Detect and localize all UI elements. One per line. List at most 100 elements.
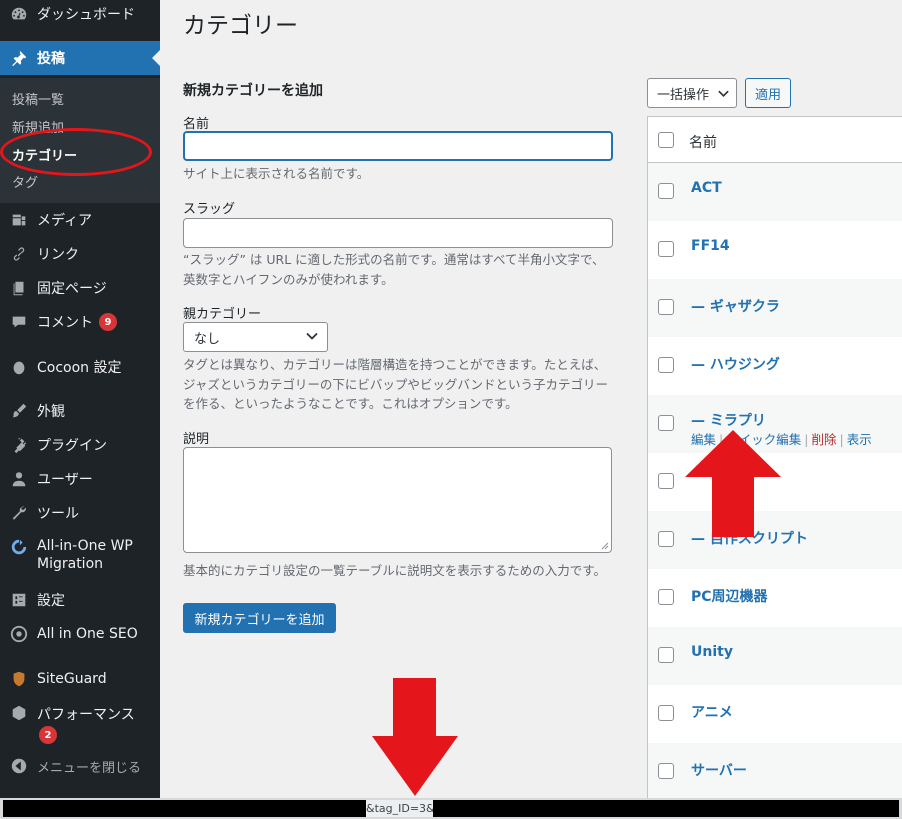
row-name-link[interactable]: Unity: [691, 644, 733, 660]
add-category-heading: 新規カテゴリーを追加: [183, 83, 323, 99]
menu-comments-label: コメント: [37, 315, 93, 331]
collapse-menu-button[interactable]: メニューを閉じる: [10, 755, 141, 777]
parent-category-select[interactable]: なし: [183, 322, 328, 352]
menu-plugins-label: プラグイン: [37, 438, 107, 454]
description-help: 基本的にカテゴリ設定の一覧テーブルに説明文を表示するための入力です。: [183, 563, 607, 578]
menu-dashboard[interactable]: ダッシュボード: [0, 0, 160, 31]
menu-settings[interactable]: 設定: [0, 583, 160, 617]
user-icon: [10, 470, 28, 488]
submenu-all-posts[interactable]: 投稿一覧: [12, 89, 64, 108]
quick-edit-link[interactable]: クイック編集: [726, 432, 801, 447]
row-checkbox[interactable]: [658, 531, 674, 547]
bulk-action-select[interactable]: 一括操作: [647, 78, 737, 108]
row-actions: 編集 | クイック編集 | 削除 | 表示: [691, 429, 872, 448]
migration-icon: [10, 538, 28, 556]
menu-performance-text: パフォーマンス 2: [37, 704, 135, 744]
performance-badge: 2: [39, 726, 57, 744]
delete-link[interactable]: 削除: [811, 432, 836, 447]
edit-link[interactable]: 編集: [691, 432, 716, 447]
resize-grip-icon[interactable]: [601, 542, 609, 550]
status-url-fragment: &tag_ID=3&: [366, 800, 436, 817]
shield-icon: [10, 670, 28, 688]
row-name-link[interactable]: サーバー: [691, 760, 747, 780]
name-label: 名前: [183, 117, 210, 132]
separator: |: [804, 432, 809, 447]
menu-settings-label: 設定: [37, 593, 65, 609]
menu-links[interactable]: リンク: [0, 237, 160, 271]
submenu-categories[interactable]: カテゴリー: [12, 145, 77, 164]
menu-dashboard-label: ダッシュボード: [37, 7, 135, 23]
name-input[interactable]: [183, 131, 613, 161]
menu-tools[interactable]: ツール: [0, 496, 160, 530]
row-checkbox[interactable]: [658, 357, 674, 373]
settings-icon: [10, 591, 28, 609]
collapse-icon: [10, 757, 28, 775]
table-row: PC周辺機器: [648, 569, 902, 627]
row-checkbox[interactable]: [658, 183, 674, 199]
menu-aioseo-label: All in One SEO: [37, 626, 138, 642]
description-label: 説明: [183, 432, 210, 447]
row-checkbox[interactable]: [658, 589, 674, 605]
view-link[interactable]: 表示: [847, 432, 872, 447]
row-checkbox[interactable]: [658, 415, 674, 431]
menu-cocoon-settings[interactable]: Cocoon 設定: [0, 350, 160, 384]
menu-media[interactable]: メディア: [0, 203, 160, 237]
name-help: サイト上に表示される名前です。: [183, 166, 370, 181]
row-name-link[interactable]: ACT: [691, 180, 722, 196]
menu-siteguard-label: SiteGuard: [37, 671, 107, 687]
row-name-link[interactable]: — ギャザクラ: [691, 296, 780, 316]
row-name-link[interactable]: — 自作スクリプト: [691, 528, 808, 548]
row-checkbox[interactable]: [658, 473, 674, 489]
row-name-link[interactable]: — ハウジング: [691, 354, 780, 374]
name-column-header[interactable]: 名前: [689, 132, 717, 152]
submenu-add-new[interactable]: 新規追加: [12, 117, 64, 136]
menu-aio-migration[interactable]: All-in-One WP Migration: [0, 537, 160, 577]
performance-icon: [10, 704, 28, 722]
circle-icon: [10, 358, 28, 376]
seo-icon: [10, 625, 28, 643]
row-name-link[interactable]: FF14: [691, 238, 730, 254]
menu-users[interactable]: ユーザー: [0, 462, 160, 496]
parent-help: タグとは異なり、カテゴリーは階層構造を持つことができます。たとえば、ジャズという…: [183, 357, 609, 411]
collapse-menu-label: メニューを閉じる: [37, 760, 142, 776]
table-row: — ハウジング: [648, 337, 902, 395]
table-row: FF14: [648, 221, 902, 279]
row-checkbox[interactable]: [658, 647, 674, 663]
comment-count-badge: 9: [99, 313, 117, 331]
row-name-link[interactable]: — ミラプリ: [691, 410, 766, 430]
slug-input[interactable]: [183, 218, 613, 248]
table-header: 名前: [648, 117, 902, 163]
annotation-arrow-down-icon: [372, 678, 458, 796]
menu-appearance[interactable]: 外観: [0, 394, 160, 428]
menu-performance[interactable]: パフォーマンス 2: [0, 696, 160, 744]
menu-siteguard[interactable]: SiteGuard: [0, 662, 160, 696]
menu-pages[interactable]: 固定ページ: [0, 271, 160, 305]
posts-submenu: 投稿一覧 新規追加 カテゴリー タグ: [0, 78, 160, 203]
apply-button[interactable]: 適用: [745, 78, 791, 108]
row-checkbox[interactable]: [658, 299, 674, 315]
comment-icon: [10, 313, 28, 331]
menu-aioseo[interactable]: All in One SEO: [0, 617, 160, 651]
table-row: [648, 453, 902, 511]
row-checkbox[interactable]: [658, 241, 674, 257]
separator: |: [839, 432, 844, 447]
submenu-tags[interactable]: タグ: [12, 172, 38, 191]
row-name-link[interactable]: アニメ: [691, 702, 733, 722]
select-all-checkbox[interactable]: [658, 132, 674, 148]
table-row: Unity: [648, 627, 902, 685]
slug-label: スラッグ: [183, 202, 236, 217]
wrench-icon: [10, 504, 28, 522]
row-checkbox[interactable]: [658, 705, 674, 721]
menu-posts[interactable]: 投稿: [0, 41, 160, 75]
menu-aio-migration-label: All-in-One WP Migration: [37, 538, 133, 572]
menu-appearance-label: 外観: [37, 404, 65, 420]
row-name-link[interactable]: PC周辺機器: [691, 586, 768, 606]
active-notch: [152, 50, 160, 66]
add-category-button[interactable]: 新規カテゴリーを追加: [183, 603, 336, 633]
menu-links-label: リンク: [37, 247, 79, 263]
menu-plugins[interactable]: プラグイン: [0, 428, 160, 462]
description-textarea[interactable]: [183, 447, 612, 553]
dashboard-icon: [10, 5, 28, 23]
row-checkbox[interactable]: [658, 763, 674, 779]
menu-comments[interactable]: コメント 9: [0, 305, 160, 339]
